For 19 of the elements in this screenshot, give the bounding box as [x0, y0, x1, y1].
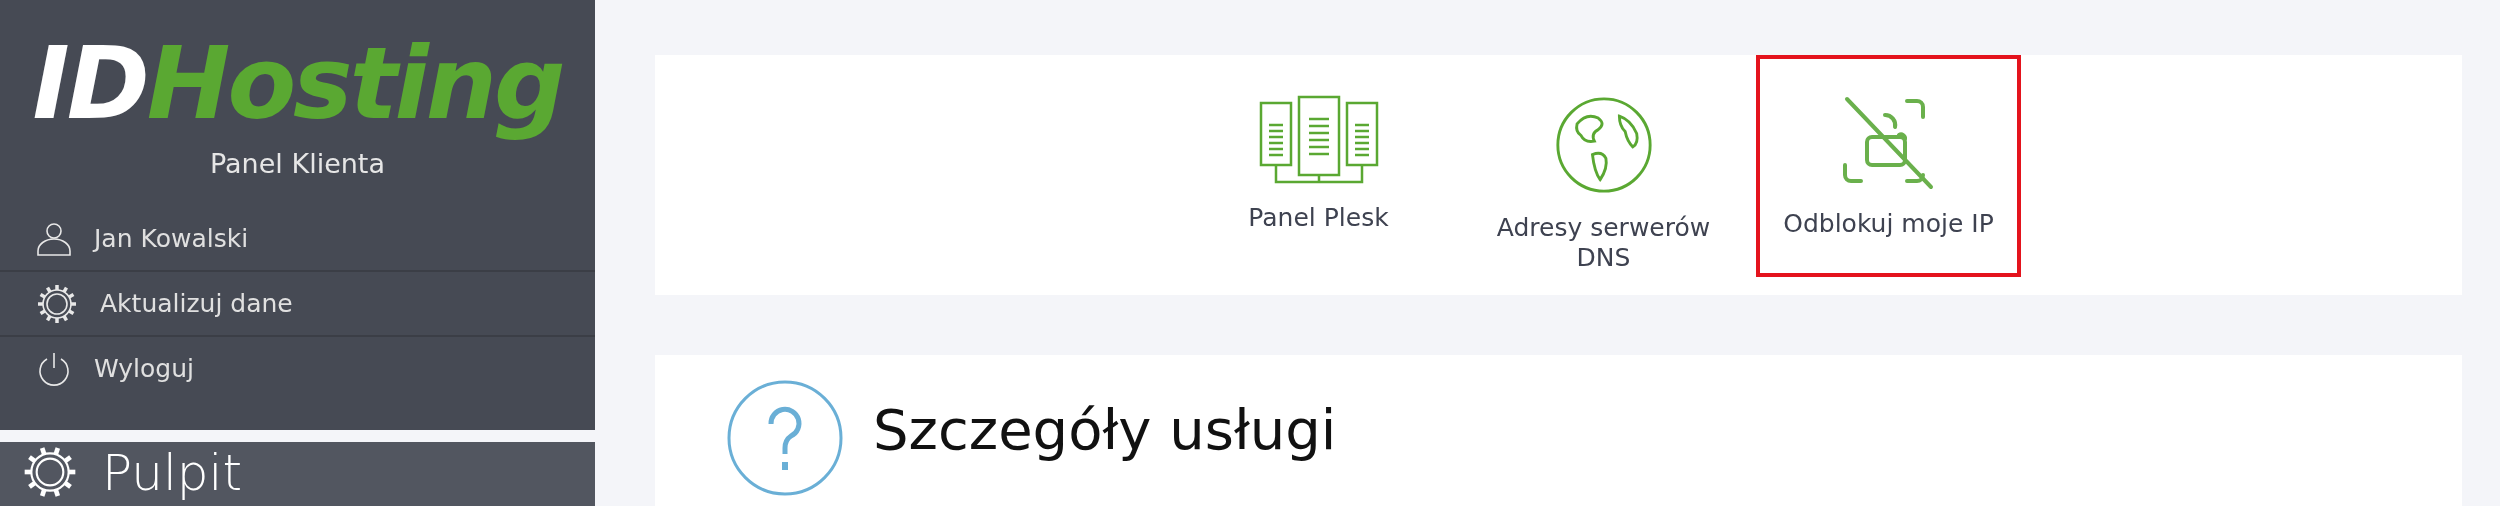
settings-icon [36, 282, 78, 325]
details-title: Szczegóły usługi [873, 396, 1337, 464]
help-icon [727, 380, 843, 496]
shortcut-tile[interactable]: Adresy serwerów DNS [1471, 55, 1736, 277]
sidebar-link[interactable]: Aktualizuj dane [100, 289, 293, 318]
sidebar-link[interactable]: Jan Kowalski [94, 224, 249, 253]
shortcut-label: Panel Plesk [1247, 203, 1390, 233]
panel-subtitle: Panel Klienta [209, 148, 386, 179]
sidebar-link[interactable]: Wyloguj [94, 354, 194, 383]
shortcut-label: Adresy serwerów DNS [1495, 213, 1712, 273]
shortcut-tile[interactable]: Panel Plesk [1186, 55, 1451, 277]
logo: IDHosting [31, 24, 564, 140]
user-icon [36, 220, 72, 257]
power-icon [36, 350, 72, 387]
servers-icon [1258, 95, 1379, 185]
shortcut-tile[interactable]: Odblokuj moje IP [1756, 55, 2021, 277]
section-title: Pulpit [102, 444, 243, 502]
settings-icon [22, 444, 78, 500]
shortcut-label: Odblokuj moje IP [1782, 209, 1995, 239]
